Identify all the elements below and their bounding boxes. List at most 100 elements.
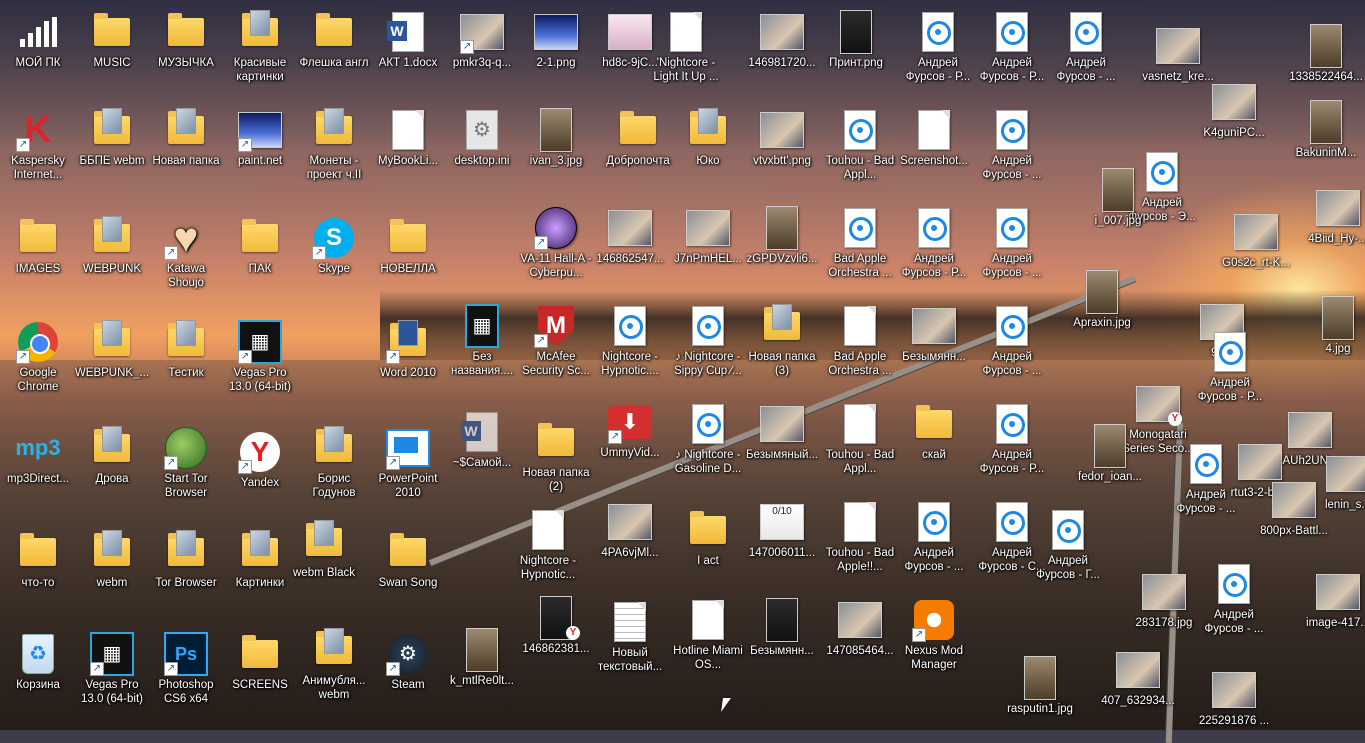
desktop-icon-без-названия[interactable]: ▦ Без названия.... (444, 304, 520, 378)
desktop-icon-безымянн[interactable]: Безымянн... (896, 304, 972, 364)
desktop-icon-start-tor-browser[interactable]: Start Tor Browser (148, 426, 224, 500)
desktop-icon-photoshop-cs6-x64[interactable]: Ps Photoshop CS6 x64 (148, 632, 224, 706)
desktop-icon-принт-png[interactable]: Принт.png (818, 10, 894, 70)
desktop-icon-skype[interactable]: S Skype (296, 216, 372, 276)
desktop-icon-андрей-фурсов-р[interactable]: Андрей Фурсов - Р... (900, 10, 976, 84)
desktop-icon-bad-apple-orchestra[interactable]: Bad Apple Orchestra ... (822, 304, 898, 378)
desktop-icon-новый-текстовый[interactable]: Новый текстовый... (592, 600, 668, 674)
desktop-icon-screenshot[interactable]: Screenshot... (896, 108, 972, 168)
desktop-icon-fedor-ioan[interactable]: fedor_ioan... (1072, 424, 1148, 484)
desktop-icon-800px-battl[interactable]: 800px-Battl... (1256, 478, 1332, 538)
desktop-icon-тестик[interactable]: Тестик (148, 320, 224, 380)
desktop-icon-что-то[interactable]: что-то (0, 530, 76, 590)
desktop-icon-nightcore-light-it-up[interactable]: 'Nightcore - Light It Up ... (648, 10, 724, 84)
desktop-icon-va-11-hall-a-cyberpu[interactable]: VA-11 Hall-A - Cyberpu... (518, 206, 594, 280)
desktop-icon-новая-папка[interactable]: Новая папка (148, 108, 224, 168)
desktop-icon-ummyvid[interactable]: ⬇ UmmyVid... (592, 400, 668, 460)
desktop-icon-андрей-фурсов[interactable]: Андрей Фурсов - ... (974, 304, 1050, 378)
desktop-icon-2-1-png[interactable]: 2-1.png (518, 10, 594, 70)
desktop-icon-bakuninm[interactable]: BakuninM... (1288, 100, 1364, 160)
desktop-icon-андрей-фурсов[interactable]: Андрей Фурсов - ... (896, 500, 972, 574)
desktop-icon-андрей-фурсов-р[interactable]: Андрей Фурсов - Р... (1192, 330, 1268, 404)
desktop-icon-скай[interactable]: скай (896, 402, 972, 462)
desktop-icon-images[interactable]: IMAGES (0, 216, 76, 276)
desktop-icon-андрей-фурсов[interactable]: Андрей Фурсов - ... (974, 108, 1050, 182)
desktop-icon-nightcore-gasoline-d[interactable]: ♪ Nightcore - Gasoline D... (670, 402, 746, 476)
desktop-icon-4pa6vjml[interactable]: 4PA6vjMl... (592, 500, 668, 560)
desktop-icon-анимубля-webm[interactable]: Анимубля... webm (296, 628, 372, 702)
desktop-icon-флешка-англ[interactable]: Флешка англ (296, 10, 372, 70)
desktop-icon-g0s2c-rt-k[interactable]: G0s2c_rt-K... (1218, 210, 1294, 270)
desktop-icon-yandex[interactable]: Y Yandex (222, 430, 298, 490)
desktop-icon-407-632934[interactable]: 407_632934... (1100, 648, 1176, 708)
desktop-icon-корзина[interactable]: ♻ Корзина (0, 632, 76, 692)
desktop-icon-vtvxbtt-png[interactable]: vtvxbtt'.png (744, 108, 820, 168)
desktop-icon-kaspersky-internet[interactable]: K Kaspersky Internet... (0, 108, 76, 182)
desktop-icon-новая-папка-2[interactable]: Новая папка (2) (518, 420, 594, 494)
desktop-icon-touhou-bad-appl[interactable]: Touhou - Bad Appl... (822, 402, 898, 476)
desktop-icon-добропочта[interactable]: Добропочта (600, 108, 676, 168)
desktop-icon-146981720[interactable]: 146981720... (744, 10, 820, 70)
desktop-icon-vegas-pro-13-0-64-bit[interactable]: ▦ Vegas Pro 13.0 (64-bit) (74, 632, 150, 706)
desktop-icon-4biid-hy[interactable]: 4Biid_Hy-... (1300, 186, 1365, 246)
desktop-icon-андрей-фурсов[interactable]: Андрей Фурсов - ... (1196, 562, 1272, 636)
desktop-icon-i-007-jpg[interactable]: i_007.jpg (1080, 168, 1156, 228)
desktop-icon-225291876[interactable]: 225291876 ... (1196, 668, 1272, 728)
desktop-icon-swan-song[interactable]: Swan Song (370, 530, 446, 590)
desktop-icon-ббпе-webm[interactable]: ББПЕ webm (74, 108, 150, 168)
desktop-icon-ivan-3-jpg[interactable]: ivan_3.jpg (518, 108, 594, 168)
desktop-icon-пак[interactable]: ПАК (222, 216, 298, 276)
desktop-icon-андрей-фурсов-р[interactable]: Андрей Фурсов - Р... (896, 206, 972, 280)
desktop-icon-nexus-mod-manager[interactable]: Nexus Mod Manager (896, 598, 972, 672)
desktop-icon-4-jpg[interactable]: 4.jpg (1300, 296, 1365, 356)
desktop-icon-powerpoint-2010[interactable]: PowerPoint 2010 (370, 426, 446, 500)
desktop-icon-i-act[interactable]: I act (670, 508, 746, 568)
desktop-icon-webpunk[interactable]: WEBPUNK_... (74, 320, 150, 380)
desktop-icon-rasputin1-jpg[interactable]: rasputin1.jpg (1002, 656, 1078, 716)
desktop-icon-283178-jpg[interactable]: 283178.jpg (1126, 570, 1202, 630)
desktop-icon-pmkr3q-q[interactable]: pmkr3q-q... (444, 10, 520, 70)
desktop-icon-красивые-картинки[interactable]: Красивые картинки (222, 10, 298, 84)
desktop-icon-webm-black[interactable]: webm Black (286, 520, 362, 580)
desktop-icon-music[interactable]: MUSIC (74, 10, 150, 70)
desktop-icon-nightcore-hypnotic[interactable]: Nightcore - Hypnotic.... (592, 304, 668, 378)
desktop-icon-zgpdvzvli6[interactable]: zGPDVzvli6... (744, 206, 820, 266)
desktop-icon-дрова[interactable]: Дрова (74, 426, 150, 486)
desktop-icon-новелла[interactable]: НОВЕЛЛА (370, 216, 446, 276)
desktop-icon-андрей-фурсов-г[interactable]: Андрей Фурсов - Г... (1030, 508, 1106, 582)
desktop-icon-screens[interactable]: SCREENS (222, 632, 298, 692)
desktop-icon-андрей-фурсов-р[interactable]: Андрей Фурсов - Р... (974, 10, 1050, 84)
desktop-icon-hotline-miami-os[interactable]: Hotline Miami OS... (670, 598, 746, 672)
desktop-icon-bad-apple-orchestra[interactable]: Bad Apple Orchestra ... (822, 206, 898, 280)
desktop-icon-katawa-shoujo[interactable]: ♥ Katawa Shoujo (148, 216, 224, 290)
desktop-icon-юко[interactable]: Юко (670, 108, 746, 168)
desktop-icon-андрей-фурсов[interactable]: Андрей Фурсов - ... (974, 206, 1050, 280)
desktop-icon-безымянн[interactable]: Безымянн... (744, 598, 820, 658)
desktop-icon-j7npmhel[interactable]: J7nPmHEL... (670, 206, 746, 266)
desktop-icon-акт-1-docx[interactable]: АКТ 1.docx (370, 10, 446, 70)
desktop-icon-андрей-фурсов-р[interactable]: Андрей Фурсов - Р... (974, 402, 1050, 476)
desktop-icon-apraxin-jpg[interactable]: Apraxin.jpg (1064, 270, 1140, 330)
desktop-icon-самой[interactable]: ~$Самой... (444, 410, 520, 470)
desktop-icon-touhou-bad-apple[interactable]: Touhou - Bad Apple!!... (822, 500, 898, 574)
desktop-icon-webpunk[interactable]: WEBPUNK (74, 216, 150, 276)
desktop-icon-мой-пк[interactable]: МОЙ ПК (0, 10, 76, 70)
desktop-icon-image-417[interactable]: image-417... (1300, 570, 1365, 630)
desktop-icon-desktop-ini[interactable]: ⚙ desktop.ini (444, 108, 520, 168)
desktop-icon-1338522464[interactable]: 1338522464... (1288, 24, 1364, 84)
desktop-icon-tor-browser[interactable]: Tor Browser (148, 530, 224, 590)
desktop-icon-146862547[interactable]: 146862547... (592, 206, 668, 266)
desktop-icon-k4gunipc[interactable]: K4guniPC... (1196, 80, 1272, 140)
desktop-icon-новая-папка-3[interactable]: Новая папка (3) (744, 304, 820, 378)
desktop-icon-paint-net[interactable]: paint.net (222, 108, 298, 168)
desktop-icon-mp3direct[interactable]: mp3 mp3Direct... (0, 426, 76, 486)
desktop-icon-steam[interactable]: ⚙ Steam (370, 632, 446, 692)
desktop-icon-монеты-проект-ч-ii[interactable]: Монеты - проект ч.II (296, 108, 372, 182)
desktop-icon-k-mtlre0lt[interactable]: k_mtlRe0lt... (444, 628, 520, 688)
desktop-icon-nightcore-hypnotic[interactable]: Nightcore - Hypnotic... (510, 508, 586, 582)
desktop-icon-147085464[interactable]: 147085464... (822, 598, 898, 658)
desktop-icon-андрей-фурсов[interactable]: Андрей Фурсов - ... (1048, 10, 1124, 84)
desktop-icon-музычка[interactable]: МУЗЫЧКА (148, 10, 224, 70)
desktop-icon-борис-годунов[interactable]: Борис Годунов (296, 426, 372, 500)
desktop-icon-webm[interactable]: webm (74, 530, 150, 590)
